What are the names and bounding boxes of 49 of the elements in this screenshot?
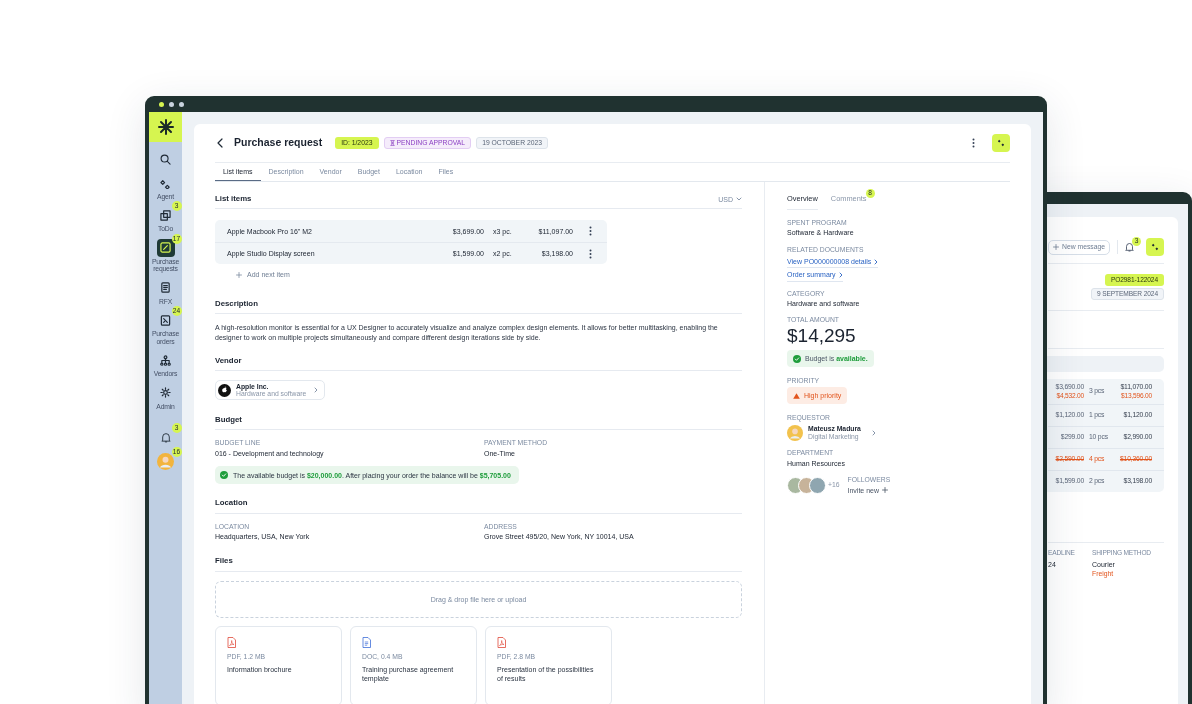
vendor-logo-icon <box>218 383 231 397</box>
copy-icon <box>160 209 171 221</box>
search-icon <box>160 153 171 165</box>
bell-icon[interactable] <box>1125 242 1135 252</box>
window-dot[interactable] <box>159 101 164 107</box>
chevron-left-icon <box>217 138 223 148</box>
follower-avatar <box>809 476 826 494</box>
edit-square-icon <box>160 242 171 254</box>
check-circle-icon <box>220 471 228 480</box>
back-button[interactable] <box>215 138 225 148</box>
avatar-icon <box>157 452 174 470</box>
pdf-file-icon <box>497 636 506 648</box>
sparkle-icon <box>160 177 171 189</box>
warning-icon <box>793 392 800 399</box>
chevron-right-icon <box>874 258 879 265</box>
hourglass-icon <box>389 140 395 146</box>
pdf-file-icon <box>227 636 236 648</box>
documents-icon <box>160 282 171 294</box>
window-dot[interactable] <box>179 101 184 107</box>
chevron-right-icon <box>871 429 876 436</box>
plus-icon <box>236 271 242 278</box>
avatar-icon <box>787 424 803 441</box>
plus-icon <box>1053 244 1059 250</box>
logo-tile[interactable] <box>149 112 182 142</box>
kebab-icon <box>589 226 592 237</box>
kebab-icon <box>972 138 975 148</box>
window-dot[interactable] <box>169 101 174 107</box>
hierarchy-icon <box>160 354 171 366</box>
plus-icon <box>882 487 889 494</box>
more-button[interactable] <box>972 138 975 148</box>
more-button[interactable] <box>589 248 592 259</box>
sidebar-item[interactable] <box>156 238 175 257</box>
chevron-down-icon <box>736 197 742 202</box>
document-icon <box>362 636 371 648</box>
check-circle-icon <box>793 354 801 363</box>
sparkle-icon <box>1151 243 1160 251</box>
more-button[interactable] <box>589 226 592 237</box>
chevron-right-icon <box>838 272 843 278</box>
settings-icon <box>160 387 171 399</box>
bell-icon <box>160 431 171 443</box>
chevron-right-icon <box>314 387 318 394</box>
star-logo-icon <box>157 119 174 135</box>
receipt-icon <box>160 314 171 326</box>
page-title: Purchase request <box>234 136 323 150</box>
kebab-icon <box>589 248 592 259</box>
sparkle-icon <box>997 139 1005 147</box>
total-amount: $14,295 <box>787 326 857 347</box>
assistant-button[interactable] <box>1146 238 1164 256</box>
assistant-button[interactable] <box>992 134 1010 152</box>
